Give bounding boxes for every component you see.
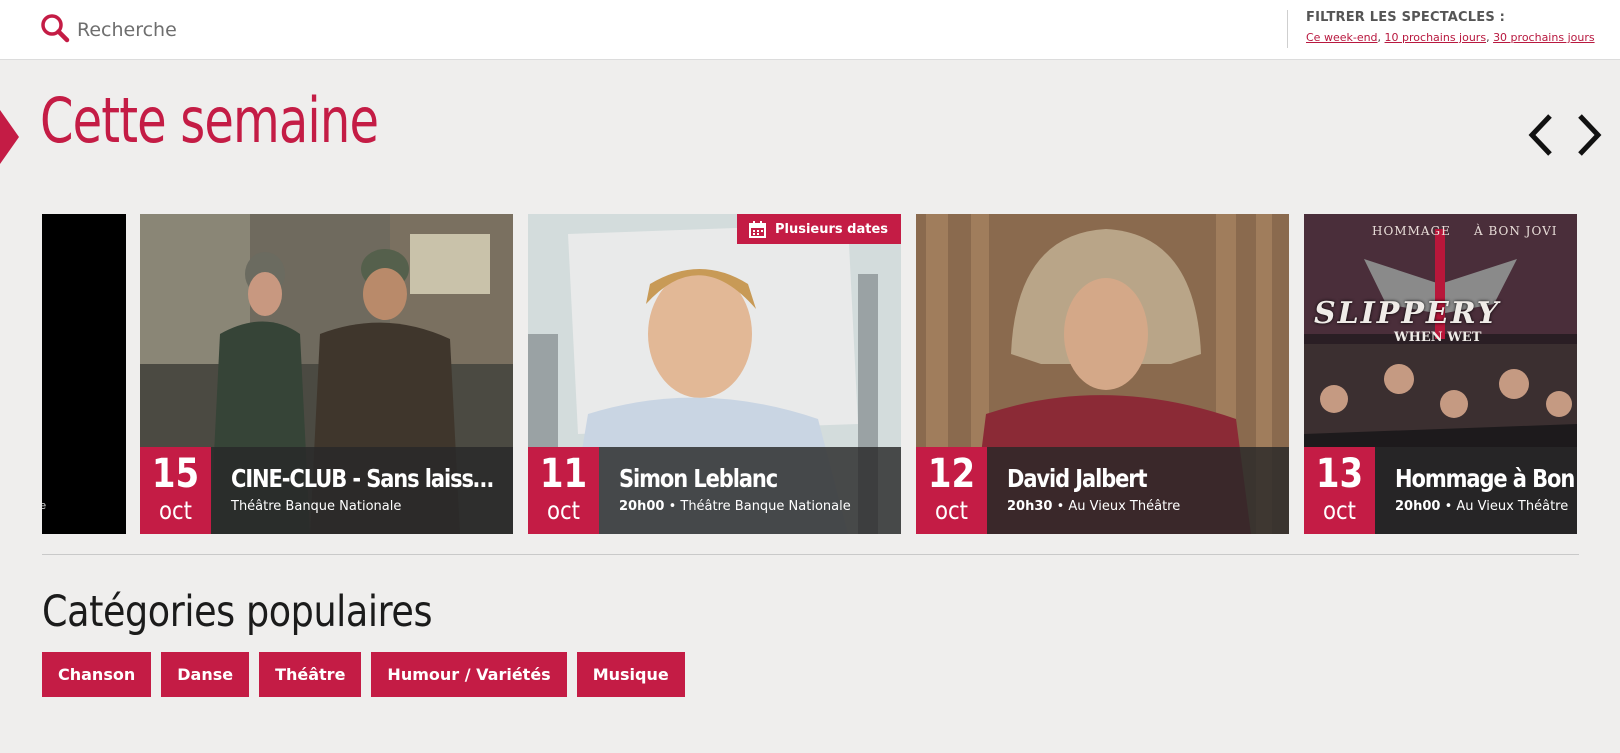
filter-link-weekend[interactable]: Ce week-end — [1306, 31, 1378, 44]
event-month: oct — [546, 496, 581, 525]
filter-title: FILTRER LES SPECTACLES : — [1306, 10, 1506, 25]
section-title: Cette semaine — [40, 84, 379, 157]
category-button-humour[interactable]: Humour / Variétés — [371, 652, 567, 697]
event-card-partial[interactable]: e — [42, 214, 126, 534]
event-card-partial-text: e — [42, 500, 47, 512]
carousel-next-button[interactable] — [1570, 112, 1606, 158]
event-day: 11 — [539, 451, 588, 497]
categories-title: Catégories populaires — [42, 587, 433, 637]
multiple-dates-badge: Plusieurs dates — [736, 214, 901, 244]
category-button-musique[interactable]: Musique — [576, 652, 685, 697]
poster-top-left: HOMMAGE — [1372, 224, 1451, 238]
section-divider — [42, 554, 1579, 555]
event-title: Simon Leblanc — [619, 464, 778, 493]
chevron-right-icon — [1578, 114, 1602, 156]
event-month: oct — [1322, 496, 1357, 525]
calendar-icon — [748, 220, 766, 238]
event-venue: Théâtre Banque Nationale — [680, 499, 851, 514]
event-card[interactable]: 12 oct David Jalbert 20h30 • Au Vieux Th… — [916, 214, 1289, 534]
show-filter: FILTRER LES SPECTACLES : Ce week-end, 10… — [1287, 10, 1595, 48]
event-time: 20h30 — [1007, 499, 1053, 514]
top-bar: Recherche FILTRER LES SPECTACLES : Ce we… — [0, 0, 1620, 60]
search-icon[interactable] — [40, 13, 70, 48]
event-day: 15 — [151, 451, 200, 497]
chevron-left-icon — [1528, 114, 1552, 156]
category-buttons: Chanson Danse Théâtre Humour / Variétés … — [42, 652, 685, 697]
carousel-nav — [1524, 112, 1606, 158]
category-button-theatre[interactable]: Théâtre — [259, 652, 362, 697]
event-date: 12 oct — [916, 447, 987, 534]
event-date: 15 oct — [140, 447, 211, 534]
event-card[interactable]: 15 oct CINE-CLUB - Sans laisser d... Thé… — [140, 214, 513, 534]
poster-top-right: À BON JOVI — [1474, 224, 1558, 238]
event-venue: Au Vieux Théâtre — [1456, 499, 1569, 514]
filter-link-10-days[interactable]: 10 prochains jours — [1385, 31, 1487, 44]
event-time: 20h00 — [619, 499, 665, 514]
section-marker — [0, 110, 19, 164]
search-input[interactable]: Recherche — [77, 19, 177, 41]
filter-link-30-days[interactable]: 30 prochains jours — [1493, 31, 1595, 44]
event-day: 13 — [1315, 451, 1364, 497]
event-carousel: e 15 oct CINE-CLUB - Sans laisser d... T… — [42, 214, 1579, 534]
event-date: 13 oct — [1304, 447, 1375, 534]
event-title: David Jalbert — [1007, 464, 1148, 493]
poster-sub: WHEN WET — [1394, 330, 1482, 345]
event-venue: Au Vieux Théâtre — [1068, 499, 1181, 514]
event-title: Hommage à Bon Jovi — [1395, 464, 1577, 493]
carousel-prev-button[interactable] — [1524, 112, 1560, 158]
badge-label: Plusieurs dates — [774, 221, 888, 237]
event-title: CINE-CLUB - Sans laisser d... — [231, 464, 505, 493]
event-date: 11 oct — [528, 447, 599, 534]
event-card[interactable]: HOMMAGE À BON JOVI SLIPPERY WHEN WET 13 … — [1304, 214, 1577, 534]
event-time: 20h00 — [1395, 499, 1441, 514]
event-venue: Théâtre Banque Nationale — [231, 499, 402, 514]
event-month: oct — [158, 496, 193, 525]
event-month: oct — [934, 496, 969, 525]
poster-logo: SLIPPERY — [1314, 296, 1501, 331]
search-field[interactable]: Recherche — [40, 13, 177, 48]
category-button-chanson[interactable]: Chanson — [42, 652, 152, 697]
category-button-danse[interactable]: Danse — [161, 652, 250, 697]
event-day: 12 — [927, 451, 976, 497]
event-card[interactable]: Plusieurs dates 11 oct Simon Leblanc 20h… — [528, 214, 901, 534]
